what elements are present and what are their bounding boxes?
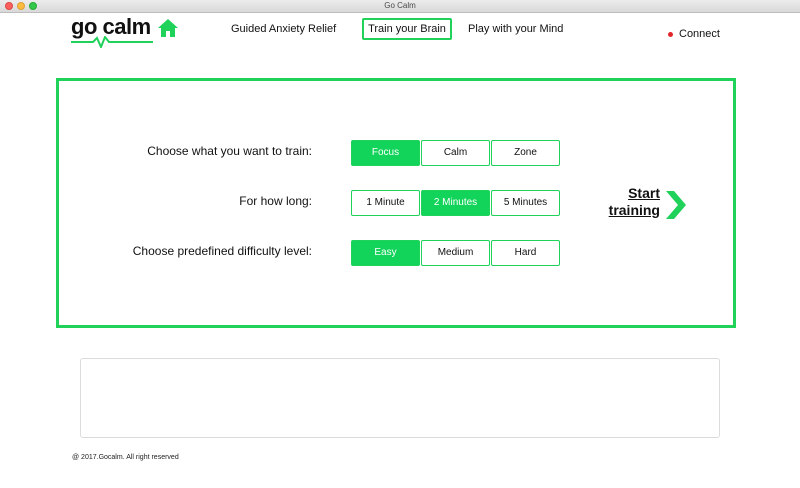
start-training-button[interactable]: Start training (596, 185, 686, 225)
duration-label: For how long: (239, 194, 312, 208)
option-hard[interactable]: Hard (491, 240, 560, 266)
content-card (80, 358, 720, 438)
start-label-line1: Start (628, 185, 660, 201)
difficulty-label: Choose predefined difficulty level: (132, 244, 312, 258)
window-title: Go Calm (384, 1, 416, 10)
status-dot-icon (668, 31, 673, 37)
train-type-label: Choose what you want to train: (147, 144, 312, 158)
option-zone[interactable]: Zone (491, 140, 560, 166)
connect-link[interactable]: Connect (668, 27, 720, 41)
option-2-minutes[interactable]: 2 Minutes (421, 190, 490, 216)
option-calm[interactable]: Calm (421, 140, 490, 166)
connect-label: Connect (679, 28, 720, 40)
option-1-minute[interactable]: 1 Minute (351, 190, 420, 216)
option-5-minutes[interactable]: 5 Minutes (491, 190, 560, 216)
option-focus[interactable]: Focus (351, 140, 420, 166)
nav-play-with-your-mind[interactable]: Play with your Mind (468, 18, 563, 40)
training-panel: Choose what you want to train: Focus Cal… (56, 78, 736, 328)
start-training-label: Start training (609, 185, 660, 219)
window-titlebar: Go Calm (0, 0, 800, 13)
gocalm-logo[interactable]: go calm (71, 14, 181, 48)
option-medium[interactable]: Medium (421, 240, 490, 266)
heartbeat-wave-icon (71, 36, 153, 48)
footer-copyright: @ 2017.Gocalm. All right reserved (72, 454, 179, 461)
nav-train-your-brain[interactable]: Train your Brain (362, 18, 452, 40)
option-easy[interactable]: Easy (351, 240, 420, 266)
start-label-line2: training (608, 202, 660, 218)
chevron-right-icon (666, 191, 686, 219)
home-icon (158, 19, 178, 37)
nav-guided-anxiety-relief[interactable]: Guided Anxiety Relief (231, 18, 336, 40)
